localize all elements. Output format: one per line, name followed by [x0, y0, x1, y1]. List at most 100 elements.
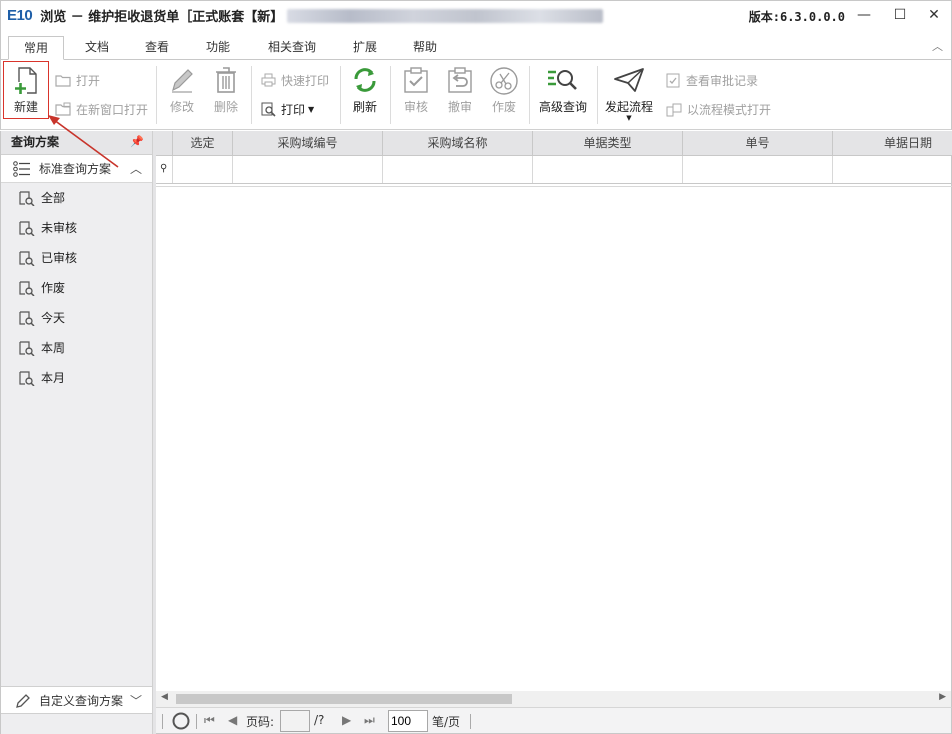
delete-button[interactable]: 删除: [207, 60, 245, 120]
scheme-item-label: 作废: [41, 281, 66, 295]
approve-button[interactable]: 审核: [397, 60, 435, 120]
scheme-item-label: 未审核: [41, 221, 78, 235]
scheme-item-label: 本月: [41, 371, 66, 385]
ribbon-separator: [340, 66, 341, 124]
column-header[interactable]: 单据日期: [833, 131, 952, 156]
unapprove-label: 撤审: [447, 100, 472, 114]
advanced-query-button[interactable]: 高级查询: [534, 60, 592, 120]
flow-mode-icon: [666, 103, 682, 116]
refresh-button[interactable]: 刷新: [345, 60, 385, 120]
filter-cell[interactable]: [833, 156, 952, 183]
close-button[interactable]: ✕: [923, 5, 945, 25]
app-logo: E10: [7, 7, 33, 24]
pin-icon[interactable]: 📌: [130, 131, 144, 153]
query-doc-icon: [19, 221, 35, 236]
grid-divider: [156, 185, 952, 187]
tab-related-query[interactable]: 相关查询: [257, 36, 327, 60]
refresh-label: 刷新: [352, 100, 377, 114]
open-new-window-label: 在新窗口打开: [76, 102, 149, 117]
minimize-button[interactable]: —: [853, 5, 875, 25]
per-page-label: 笔/页: [432, 715, 461, 729]
chevron-down-icon[interactable]: ﹀: [130, 687, 142, 715]
scroll-right-icon[interactable]: ▶: [939, 692, 946, 702]
pencil-icon: [16, 694, 30, 708]
tab-extend[interactable]: 扩展: [339, 36, 391, 60]
scroll-left-icon[interactable]: ◀: [161, 692, 168, 702]
first-page-icon[interactable]: ⏮: [204, 713, 215, 728]
start-flow-label: 发起流程: [604, 100, 653, 114]
standard-scheme-label: 标准查询方案: [39, 162, 112, 176]
scheme-item[interactable]: 未审核: [1, 213, 152, 243]
standard-scheme-group[interactable]: 标准查询方案 ︿: [1, 155, 152, 183]
void-label: 作废: [491, 100, 516, 114]
scheme-item-label: 已审核: [41, 251, 78, 265]
tab-view[interactable]: 查看: [131, 36, 183, 60]
column-header[interactable]: 采购域名称: [383, 131, 533, 156]
edit-label: 修改: [169, 100, 194, 114]
open-flow-mode-button[interactable]: 以流程模式打开: [666, 99, 771, 119]
page-total: /?: [314, 713, 325, 727]
loading-circle-icon[interactable]: [172, 712, 190, 730]
filter-cell[interactable]: [233, 156, 383, 183]
pager-bar: ⏮ ◀ 页码: /? ▶ ⏭ 笔/页: [156, 707, 952, 734]
query-doc-icon: [19, 251, 35, 266]
ribbon-separator: [597, 66, 598, 124]
list-icon: [13, 161, 30, 177]
prev-page-icon[interactable]: ◀: [228, 713, 237, 727]
scheme-item[interactable]: 本周: [1, 333, 152, 363]
query-doc-icon: [19, 281, 35, 296]
open-new-window-button[interactable]: 在新窗口打开: [55, 99, 148, 119]
print-preview-icon: [261, 102, 276, 117]
scheme-item[interactable]: 全部: [1, 183, 152, 213]
approve-label: 审核: [403, 100, 428, 114]
folder-window-icon: [55, 102, 71, 116]
window-title: 浏览 － 维护拒收退货单［正式账套【新】: [40, 10, 284, 25]
scheme-item[interactable]: 今天: [1, 303, 152, 333]
view-approval-button[interactable]: 查看审批记录: [666, 70, 758, 90]
query-scheme-header: 查询方案 📌: [1, 131, 152, 155]
filter-cell[interactable]: [173, 156, 233, 183]
scheme-item[interactable]: 作废: [1, 273, 152, 303]
unapprove-button[interactable]: 撤审: [441, 60, 479, 120]
quick-print-label: 快速打印: [281, 73, 330, 88]
page-size-input[interactable]: [388, 710, 428, 732]
scheme-item[interactable]: 本月: [1, 363, 152, 393]
row-indicator-header: [156, 131, 173, 156]
quick-print-button[interactable]: 快速打印: [261, 70, 329, 90]
column-header[interactable]: 单据类型: [533, 131, 683, 156]
filter-cell[interactable]: [383, 156, 533, 183]
filter-cell[interactable]: [683, 156, 833, 183]
tab-help[interactable]: 帮助: [399, 36, 451, 60]
custom-scheme-group[interactable]: 自定义查询方案 ﹀: [1, 686, 152, 714]
approval-record-icon: [666, 73, 680, 87]
filter-cell[interactable]: [533, 156, 683, 183]
column-header[interactable]: 采购域编号: [233, 131, 383, 156]
tab-document[interactable]: 文档: [71, 36, 123, 60]
last-page-icon[interactable]: ⏭: [364, 713, 375, 728]
edit-button[interactable]: 修改: [163, 60, 201, 120]
filter-row-indicator: ⚲: [156, 156, 173, 183]
ribbon-separator: [529, 66, 530, 124]
page-number-input[interactable]: [280, 710, 310, 732]
horizontal-scrollbar[interactable]: ◀ ▶: [156, 691, 952, 707]
column-header[interactable]: 单号: [683, 131, 833, 156]
tab-function[interactable]: 功能: [192, 36, 244, 60]
open-button[interactable]: 打开: [55, 70, 100, 90]
void-button[interactable]: 作废: [485, 60, 523, 120]
start-flow-button[interactable]: 发起流程 ▼: [602, 60, 656, 128]
version-label: 版本:6.3.0.0.0: [748, 10, 845, 24]
maximize-button[interactable]: ☐: [889, 5, 911, 25]
tab-common[interactable]: 常用: [8, 36, 64, 60]
paper-plane-icon: [614, 68, 644, 92]
ribbon-separator: [251, 66, 252, 124]
column-header[interactable]: 选定: [173, 131, 233, 156]
print-button[interactable]: 打印 ▼: [261, 99, 314, 119]
chevron-up-icon[interactable]: ︿: [130, 155, 142, 183]
advanced-search-icon: [548, 70, 577, 90]
folder-icon: [55, 74, 71, 87]
scheme-item[interactable]: 已审核: [1, 243, 152, 273]
next-page-icon[interactable]: ▶: [342, 713, 351, 727]
scrollbar-thumb[interactable]: [176, 694, 512, 704]
view-approval-label: 查看审批记录: [686, 73, 759, 88]
collapse-ribbon-icon[interactable]: ︿: [932, 38, 943, 54]
